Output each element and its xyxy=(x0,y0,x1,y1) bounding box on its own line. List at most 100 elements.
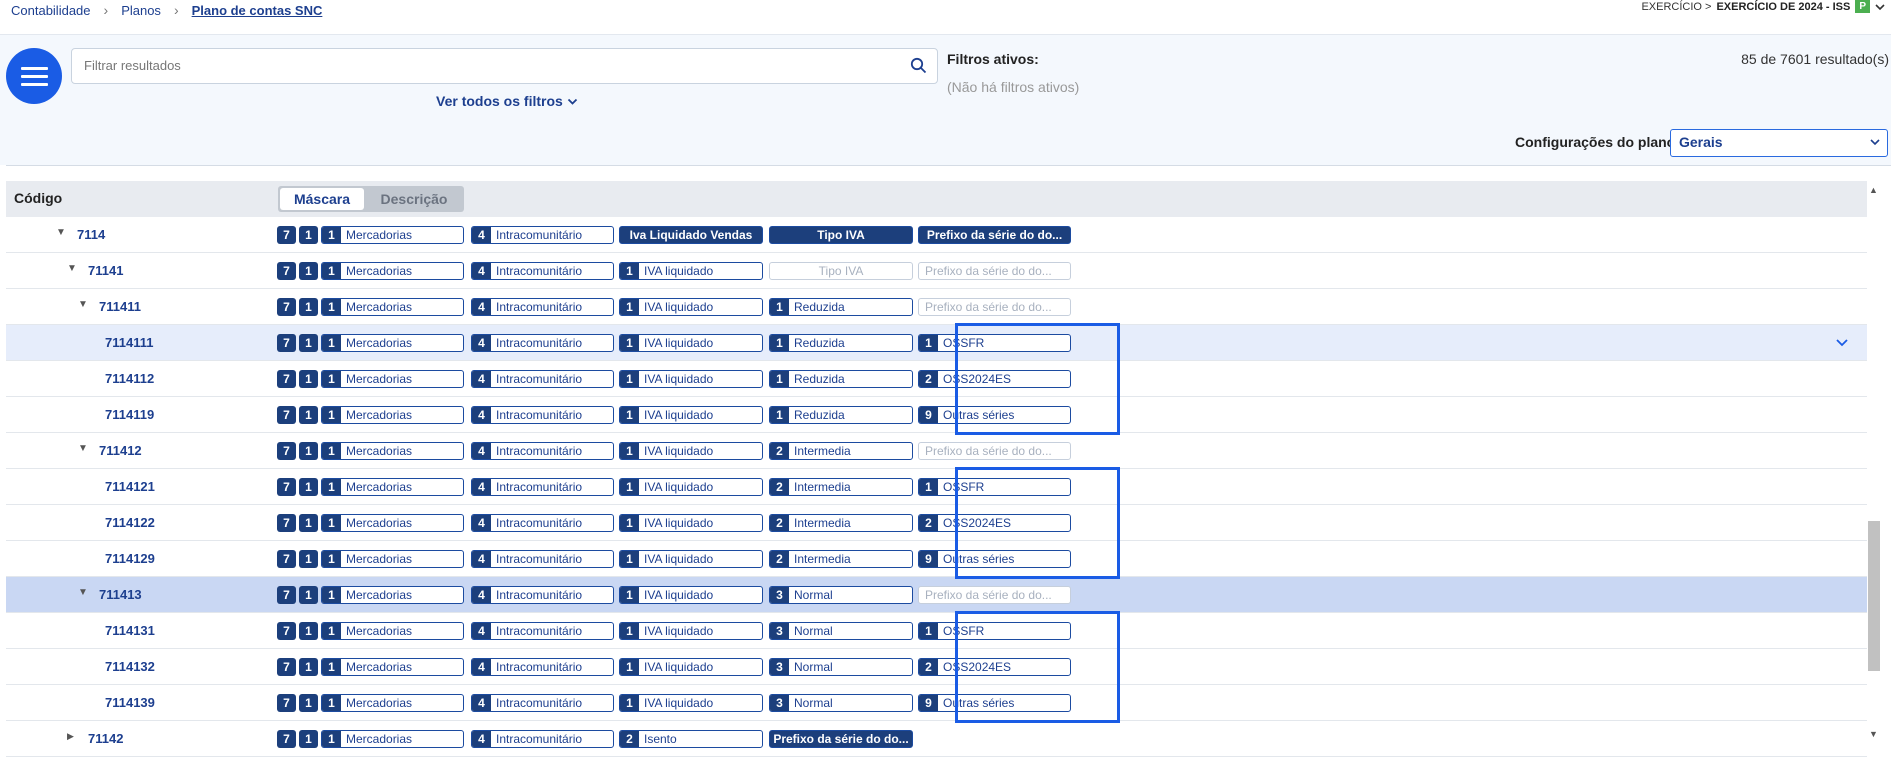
menu-button[interactable] xyxy=(6,48,62,104)
mercadorias-cell[interactable]: 1 Mercadorias xyxy=(321,550,464,568)
intracomunitario-cell[interactable]: 4 Intracomunitário xyxy=(471,730,614,748)
table-row[interactable]: ▼ 71141 7 1 1 Mercadorias 4 Intracomunitário 1 IV… xyxy=(6,253,1867,289)
mercadorias-cell[interactable]: 1 Mercadorias xyxy=(321,622,464,640)
tipo-iva-cell[interactable]: Tipo IVA xyxy=(769,262,913,280)
account-code[interactable]: 7114139 xyxy=(105,695,155,710)
table-row[interactable]: ▼ 711413 7 1 1 Mercadorias 4 Intracomunitário 1 I… xyxy=(6,577,1867,613)
tipo-iva-cell[interactable]: 1 Reduzida xyxy=(769,334,913,352)
intracomunitario-cell[interactable]: 4 Intracomunitário xyxy=(471,370,614,388)
mask-toggle-button[interactable]: Máscara xyxy=(280,188,364,210)
mercadorias-cell[interactable]: 1 Mercadorias xyxy=(321,658,464,676)
chevron-down-icon[interactable] xyxy=(1875,2,1885,12)
scrollbar[interactable]: ▲ ▼ xyxy=(1867,181,1891,758)
tipo-iva-cell[interactable]: 3 Normal xyxy=(769,622,913,640)
iva-cell[interactable]: 1 IVA liquidado xyxy=(619,262,763,280)
intracomunitario-cell[interactable]: 4 Intracomunitário xyxy=(471,262,614,280)
intracomunitario-cell[interactable]: 4 Intracomunitário xyxy=(471,622,614,640)
account-code[interactable]: 7114111 xyxy=(105,335,153,350)
breadcrumb-current[interactable]: Plano de contas SNC xyxy=(192,3,323,18)
account-code[interactable]: 7114131 xyxy=(105,623,155,638)
iva-cell[interactable]: 2 Isento xyxy=(619,730,763,748)
iva-cell[interactable]: 1 IVA liquidado xyxy=(619,586,763,604)
table-row[interactable]: 7114112 7 1 1 Mercadorias 4 Intracomunitário 1 I… xyxy=(6,361,1867,397)
search-input[interactable] xyxy=(82,57,886,74)
tipo-iva-cell[interactable]: Tipo IVA xyxy=(769,226,913,244)
mercadorias-cell[interactable]: 1 Mercadorias xyxy=(321,226,464,244)
tipo-iva-cell[interactable]: 2 Intermedia xyxy=(769,514,913,532)
account-code[interactable]: 7114121 xyxy=(105,479,155,494)
table-row[interactable]: 7114122 7 1 1 Mercadorias 4 Intracomunitário 1 I… xyxy=(6,505,1867,541)
intracomunitario-cell[interactable]: 4 Intracomunitário xyxy=(471,478,614,496)
mercadorias-cell[interactable]: 1 Mercadorias xyxy=(321,694,464,712)
scroll-up-icon[interactable]: ▲ xyxy=(1869,185,1878,195)
tipo-iva-cell[interactable]: 2 Intermedia xyxy=(769,478,913,496)
description-toggle-button[interactable]: Descrição xyxy=(366,188,462,210)
tipo-iva-cell[interactable]: 3 Normal xyxy=(769,658,913,676)
iva-cell[interactable]: 1 IVA liquidado xyxy=(619,406,763,424)
account-code[interactable]: 711413 xyxy=(99,587,142,602)
account-code[interactable]: 7114119 xyxy=(105,407,154,422)
account-code[interactable]: 711412 xyxy=(99,443,142,458)
tipo-iva-cell[interactable]: 3 Normal xyxy=(769,586,913,604)
table-row[interactable]: 7114111 7 1 1 Mercadorias 4 Intracomunitário 1 I… xyxy=(6,325,1867,361)
chevron-down-icon[interactable] xyxy=(1835,335,1849,349)
account-code[interactable]: 7114132 xyxy=(105,659,155,674)
mercadorias-cell[interactable]: 1 Mercadorias xyxy=(321,478,464,496)
collapse-icon[interactable]: ▼ xyxy=(78,443,88,454)
iva-cell[interactable]: Iva Liquidado Vendas xyxy=(619,226,763,244)
table-row[interactable]: 7114119 7 1 1 Mercadorias 4 Intracomunitário 1 I… xyxy=(6,397,1867,433)
intracomunitario-cell[interactable]: 4 Intracomunitário xyxy=(471,226,614,244)
plan-config-select[interactable]: Gerais xyxy=(1670,129,1888,157)
scroll-down-icon[interactable]: ▼ xyxy=(1869,729,1878,739)
exercise-selector[interactable]: EXERCÍCIO > EXERCÍCIO DE 2024 - ISS P xyxy=(1641,0,1885,13)
tipo-iva-cell[interactable]: 1 Reduzida xyxy=(769,298,913,316)
series-prefix-cell[interactable]: Prefixo da série do do... xyxy=(918,442,1071,460)
intracomunitario-cell[interactable]: 4 Intracomunitário xyxy=(471,442,614,460)
table-row[interactable]: 7114132 7 1 1 Mercadorias 4 Intracomunitário 1 I… xyxy=(6,649,1867,685)
iva-cell[interactable]: 1 IVA liquidado xyxy=(619,442,763,460)
table-row[interactable]: 7114131 7 1 1 Mercadorias 4 Intracomunitário 1 I… xyxy=(6,613,1867,649)
scrollbar-thumb[interactable] xyxy=(1868,521,1880,671)
series-prefix-cell[interactable]: Prefixo da série do do... xyxy=(918,586,1071,604)
iva-cell[interactable]: 1 IVA liquidado xyxy=(619,478,763,496)
account-code[interactable]: 7114129 xyxy=(105,551,155,566)
intracomunitario-cell[interactable]: 4 Intracomunitário xyxy=(471,298,614,316)
table-row[interactable]: ▼ 711412 7 1 1 Mercadorias 4 Intracomunitário 1 I… xyxy=(6,433,1867,469)
intracomunitario-cell[interactable]: 4 Intracomunitário xyxy=(471,550,614,568)
intracomunitario-cell[interactable]: 4 Intracomunitário xyxy=(471,334,614,352)
mercadorias-cell[interactable]: 1 Mercadorias xyxy=(321,442,464,460)
mercadorias-cell[interactable]: 1 Mercadorias xyxy=(321,586,464,604)
table-row[interactable]: 7114121 7 1 1 Mercadorias 4 Intracomunitário 1 I… xyxy=(6,469,1867,505)
iva-cell[interactable]: 1 IVA liquidado xyxy=(619,658,763,676)
breadcrumb-planos[interactable]: Planos xyxy=(121,3,161,18)
iva-cell[interactable]: 1 IVA liquidado xyxy=(619,694,763,712)
mercadorias-cell[interactable]: 1 Mercadorias xyxy=(321,262,464,280)
intracomunitario-cell[interactable]: 4 Intracomunitário xyxy=(471,586,614,604)
table-row[interactable]: 7114139 7 1 1 Mercadorias 4 Intracomunitário 1 I… xyxy=(6,685,1867,721)
iva-cell[interactable]: 1 IVA liquidado xyxy=(619,334,763,352)
series-prefix-cell[interactable]: Prefixo da série do do... xyxy=(918,226,1071,244)
tipo-iva-cell[interactable]: 2 Intermedia xyxy=(769,442,913,460)
iva-cell[interactable]: 1 IVA liquidado xyxy=(619,622,763,640)
tipo-iva-cell[interactable]: 2 Intermedia xyxy=(769,550,913,568)
account-code[interactable]: 7114 xyxy=(77,227,105,242)
tipo-iva-cell[interactable]: 3 Normal xyxy=(769,694,913,712)
tipo-iva-cell[interactable]: 1 Reduzida xyxy=(769,406,913,424)
mercadorias-cell[interactable]: 1 Mercadorias xyxy=(321,406,464,424)
iva-cell[interactable]: 1 IVA liquidado xyxy=(619,298,763,316)
iva-cell[interactable]: 1 IVA liquidado xyxy=(619,550,763,568)
intracomunitario-cell[interactable]: 4 Intracomunitário xyxy=(471,658,614,676)
account-code[interactable]: 71141 xyxy=(88,263,123,278)
mercadorias-cell[interactable]: 1 Mercadorias xyxy=(321,514,464,532)
tipo-iva-cell[interactable]: 1 Reduzida xyxy=(769,370,913,388)
breadcrumb-contabilidade[interactable]: Contabilidade xyxy=(11,3,91,18)
series-prefix-cell[interactable]: Prefixo da série do do... xyxy=(918,298,1071,316)
account-code[interactable]: 7114112 xyxy=(105,371,154,386)
mercadorias-cell[interactable]: 1 Mercadorias xyxy=(321,298,464,316)
mercadorias-cell[interactable]: 1 Mercadorias xyxy=(321,334,464,352)
collapse-icon[interactable]: ▼ xyxy=(78,587,88,598)
account-code[interactable]: 711411 xyxy=(99,299,141,314)
table-row[interactable]: ▼ 7114 7 1 1 Mercadorias 4 Intracomunitário Iva … xyxy=(6,217,1867,253)
intracomunitario-cell[interactable]: 4 Intracomunitário xyxy=(471,514,614,532)
search-icon[interactable] xyxy=(910,57,927,74)
